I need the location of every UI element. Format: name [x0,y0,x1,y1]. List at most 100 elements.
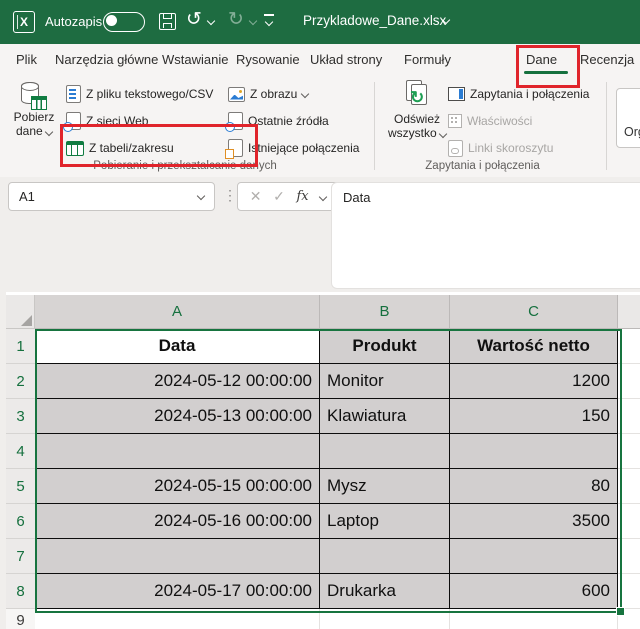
cell-C3[interactable]: 150 [450,399,618,434]
queries-panel-icon [448,87,465,101]
cell-A9[interactable] [35,609,320,629]
cell-D1[interactable] [618,329,640,364]
col-header-c[interactable]: C [450,295,618,329]
cell-D7[interactable] [618,539,640,574]
cell-C5[interactable]: 80 [450,469,618,504]
from-picture-label: Z obrazu [250,87,297,101]
refresh-chevron-icon [439,130,447,138]
col-header-d[interactable] [618,295,640,329]
name-box[interactable]: A1 [8,182,215,211]
cell-C9[interactable] [450,609,618,629]
cell-D6[interactable] [618,504,640,539]
name-box-value: A1 [9,189,35,204]
cell-C6[interactable]: 3500 [450,504,618,539]
cell-B1[interactable]: Produkt [320,329,450,364]
row-header-4[interactable]: 4 [6,434,35,469]
cell-A6[interactable]: 2024-05-16 00:00:00 [35,504,320,539]
cell-C8[interactable]: 600 [450,574,618,609]
row-header-8[interactable]: 8 [6,574,35,609]
save-icon[interactable] [159,13,176,30]
row-header-6[interactable]: 6 [6,504,35,539]
tab-wstawianie[interactable]: Wstawianie [162,44,228,76]
cell-B7[interactable] [320,539,450,574]
cell-D2[interactable] [618,364,640,399]
recent-sources-label: Ostatnie źródła [248,114,329,128]
cell-A8[interactable]: 2024-05-17 00:00:00 [35,574,320,609]
cell-D9[interactable] [618,609,640,629]
cell-C7[interactable] [450,539,618,574]
undo-dropdown-chevron-icon[interactable] [207,17,215,25]
name-box-chevron-icon[interactable] [197,192,205,200]
tab-rysowanie[interactable]: Rysowanie [236,44,300,76]
autosave-toggle[interactable] [103,12,145,32]
tab-plik[interactable]: Plik [16,44,37,76]
refresh-all-button[interactable]: ↻ Odśwież wszystko [386,80,448,140]
formula-bar-input[interactable]: Data [331,182,640,289]
properties-button: Właściwości [448,109,532,133]
cell-A2[interactable]: 2024-05-12 00:00:00 [35,364,320,399]
cell-C2[interactable]: 1200 [450,364,618,399]
cell-B8[interactable]: Drukarka [320,574,450,609]
organize-button-partial[interactable]: Org [616,88,640,148]
cell-B4[interactable] [320,434,450,469]
get-data-label-1: Pobierz [8,110,60,124]
insert-function-icon[interactable]: fx [296,189,308,204]
cell-D5[interactable] [618,469,640,504]
text-file-icon [66,85,81,103]
refresh-label-1: Odśwież [386,112,448,126]
from-text-csv-label: Z pliku tekstowego/CSV [86,87,213,101]
tab-uklad-strony[interactable]: Układ strony [310,44,382,76]
workbook-links-button: Linki skoroszytu [448,136,553,160]
workbook-filename[interactable]: Przykladowe_Dane.xlsx [303,13,446,28]
cell-D8[interactable] [618,574,640,609]
cancel-icon: ✕ [250,188,262,205]
tab-narzedzia-glowne[interactable]: Narzędzia główne [55,44,158,76]
enter-icon: ✓ [273,188,285,205]
get-data-button[interactable]: Pobierz dane [8,80,60,138]
cell-B9[interactable] [320,609,450,629]
sheet-grid: A B C 1 Data Produkt Wartość netto 2 202… [6,295,640,629]
formula-controls-chevron-icon[interactable] [319,192,327,200]
ribbon-separator [606,82,607,170]
group-label-queries: Zapytania i połączenia [395,160,570,172]
refresh-label-2: wszystko [388,126,437,140]
cell-D4[interactable] [618,434,640,469]
formula-bar-content: Data [332,183,640,205]
organize-label: Org [624,125,640,139]
cell-B3[interactable]: Klawiatura [320,399,450,434]
cell-B5[interactable]: Mysz [320,469,450,504]
tab-recenzja[interactable]: Recenzja [580,44,634,76]
cell-A7[interactable] [35,539,320,574]
cell-C4[interactable] [450,434,618,469]
cell-B6[interactable]: Laptop [320,504,450,539]
row-header-9[interactable]: 9 [6,609,35,629]
row-header-5[interactable]: 5 [6,469,35,504]
refresh-icon: ↻ [404,80,430,112]
tab-formuly[interactable]: Formuły [404,44,451,76]
row-header-1[interactable]: 1 [6,329,35,364]
cell-A5[interactable]: 2024-05-15 00:00:00 [35,469,320,504]
cell-D3[interactable] [618,399,640,434]
cell-B2[interactable]: Monitor [320,364,450,399]
autosave-label: Autozapis [45,14,102,29]
queries-connections-label: Zapytania i połączenia [470,87,589,101]
undo-icon[interactable]: ↺ [186,8,202,31]
excel-app-icon[interactable]: X [13,11,35,33]
col-header-b[interactable]: B [320,295,450,329]
title-bar: X Autozapis ↺ ↺ Przykladowe_Dane.xlsx [0,0,640,44]
cell-A1[interactable]: Data [35,329,320,364]
get-data-chevron-icon [45,128,53,136]
cell-A4[interactable] [35,434,320,469]
from-text-csv-button[interactable]: Z pliku tekstowego/CSV [66,82,213,106]
col-header-a[interactable]: A [35,295,320,329]
row-header-7[interactable]: 7 [6,539,35,574]
formula-controls: ✕ ✓ fx [237,182,339,211]
quick-access-toolbar-icon[interactable] [264,14,274,24]
from-picture-button[interactable]: Z obrazu [228,82,308,106]
select-all-corner[interactable] [6,295,35,329]
row-header-3[interactable]: 3 [6,399,35,434]
row-header-2[interactable]: 2 [6,364,35,399]
cell-A3[interactable]: 2024-05-13 00:00:00 [35,399,320,434]
formula-bar-handle[interactable]: ⋮ [223,182,237,209]
cell-C1[interactable]: Wartość netto [450,329,618,364]
